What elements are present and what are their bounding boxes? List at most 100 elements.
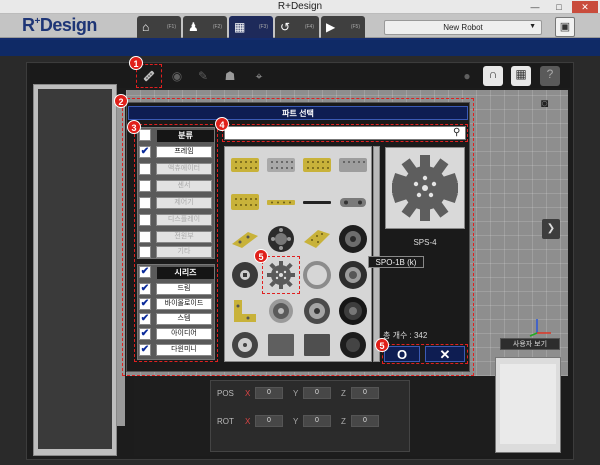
category-item: 센서 (156, 180, 212, 192)
part-frame-plate[interactable] (228, 186, 262, 220)
step-marker: 5 (375, 338, 389, 352)
preview-part-name: SPS-4 (413, 238, 437, 247)
tab-motion[interactable]: ↺ (F4) (275, 16, 319, 38)
tab-home[interactable]: ⌂ (F1) (137, 16, 181, 38)
category-checkbox[interactable]: ✔ (139, 146, 151, 158)
part-frame-plate[interactable] (228, 150, 262, 184)
tab-simulation[interactable]: ▶ (F5) (321, 16, 365, 38)
part-tooltip: SPO-1B (k) (368, 256, 424, 268)
part-count: 총 개수 : 342 (383, 331, 428, 340)
series-checkbox[interactable]: ✔ (139, 328, 151, 340)
tab-assembly[interactable]: ♟ (F2) (183, 16, 227, 38)
part-plate-dark[interactable] (300, 328, 334, 362)
series-item: 드림 (156, 283, 212, 295)
cancel-button[interactable]: ✕ (425, 346, 465, 362)
pos-label: POS (217, 389, 234, 398)
part-frame-plate[interactable] (300, 222, 334, 256)
part-frame-plate[interactable] (336, 150, 370, 184)
title-bar: R+Design — □ ✕ (0, 0, 600, 14)
arrow-right-icon[interactable]: ❯ (542, 219, 560, 239)
series-all-checkbox[interactable]: ✔ (139, 266, 151, 278)
close-window-button[interactable]: ✕ (572, 1, 598, 13)
dialog-title: 파트 선택 (128, 106, 468, 120)
brush-icon[interactable]: ✎ (194, 68, 212, 84)
category-all-checkbox[interactable] (139, 129, 151, 141)
category-item: 전원부 (156, 231, 212, 243)
series-item: 바이올로이드 (156, 298, 212, 310)
category-item: 액츄에이터 (156, 163, 212, 175)
ok-button[interactable]: O (384, 346, 420, 362)
search-field[interactable] (224, 126, 466, 140)
magnet-icon[interactable]: ∩ (483, 66, 503, 86)
part-tire[interactable] (336, 294, 370, 328)
minimize-button[interactable]: — (524, 1, 546, 13)
series-heading: 시리즈 (157, 267, 214, 279)
series-item: 아이디어 (156, 328, 212, 340)
part-shaft[interactable] (300, 186, 334, 220)
series-item: 스템 (156, 313, 212, 325)
pos-x-field[interactable]: 0 (255, 387, 283, 399)
part-wheel[interactable] (228, 328, 262, 362)
part-frame-bar[interactable] (264, 186, 298, 220)
category-checkbox[interactable] (139, 180, 151, 192)
tab-parts[interactable]: ▦ (F3) (229, 16, 273, 38)
part-wheel[interactable] (228, 258, 262, 292)
category-checkbox[interactable] (139, 163, 151, 175)
focus-icon[interactable]: ⌖ (250, 68, 268, 84)
part-tire[interactable] (336, 328, 370, 362)
part-tire[interactable] (336, 222, 370, 256)
rot-y-field[interactable]: 0 (303, 415, 331, 427)
step-marker: 3 (127, 120, 141, 134)
part-pulley[interactable] (264, 294, 298, 328)
maximize-button[interactable]: □ (548, 1, 570, 13)
left-panel (33, 84, 117, 456)
category-checkbox[interactable] (139, 231, 151, 243)
rot-x-field[interactable]: 0 (255, 415, 283, 427)
category-checkbox[interactable] (139, 197, 151, 209)
category-checkbox[interactable] (139, 246, 151, 258)
part-ring[interactable] (300, 258, 334, 292)
category-heading: 분류 (157, 130, 214, 142)
part-bracket[interactable] (228, 294, 262, 328)
part-gear-spo-1b[interactable] (264, 258, 298, 292)
series-checkbox[interactable]: ✔ (139, 283, 151, 295)
part-frame-plate[interactable] (300, 150, 334, 184)
user-view-button[interactable]: 사용자 보기 (500, 338, 560, 350)
transform-panel: POS X 0 Y 0 Z 0 ROT X 0 Y 0 Z 0 (210, 380, 410, 452)
series-checkbox[interactable]: ✔ (139, 344, 151, 356)
series-checkbox[interactable]: ✔ (139, 298, 151, 310)
axis-gizmo (527, 317, 557, 337)
part-plate-dark[interactable] (264, 328, 298, 362)
robot-head-icon[interactable]: ☗ (221, 68, 239, 84)
part-frame-plate[interactable] (264, 150, 298, 184)
part-tire[interactable] (336, 258, 370, 292)
parts-icon[interactable] (140, 68, 158, 84)
series-checkbox[interactable]: ✔ (139, 313, 151, 325)
search-input[interactable] (227, 128, 447, 138)
screenshot-icon[interactable]: ◙ (541, 96, 557, 112)
pos-z-field[interactable]: 0 (351, 387, 379, 399)
gear-preview-icon (392, 155, 458, 221)
left-scrollbar[interactable] (117, 96, 125, 426)
grid-icon[interactable]: ▦ (511, 66, 531, 86)
pos-y-field[interactable]: 0 (303, 387, 331, 399)
camera-icon[interactable]: ● (458, 68, 476, 84)
parts-grid-scrollbar[interactable] (373, 146, 380, 362)
home-icon: ⌂ (142, 20, 150, 34)
category-item: 프레임 (156, 146, 212, 158)
save-button[interactable]: ▣ (555, 17, 575, 37)
help-icon[interactable]: ? (540, 66, 560, 86)
part-preview (385, 147, 465, 229)
search-icon[interactable]: ⚲ (453, 126, 465, 140)
category-checkbox[interactable] (139, 214, 151, 226)
chevron-down-icon: ▼ (529, 23, 536, 30)
rot-z-field[interactable]: 0 (351, 415, 379, 427)
play-icon: ▶ (326, 20, 336, 34)
part-connector[interactable] (336, 186, 370, 220)
robot-icon: ♟ (188, 20, 199, 34)
paint-icon[interactable]: ◉ (168, 68, 186, 84)
rot-label: ROT (217, 417, 234, 426)
robot-select[interactable]: New Robot ▼ (384, 20, 542, 35)
part-wheel-hub[interactable] (264, 222, 298, 256)
part-tire[interactable] (300, 294, 334, 328)
